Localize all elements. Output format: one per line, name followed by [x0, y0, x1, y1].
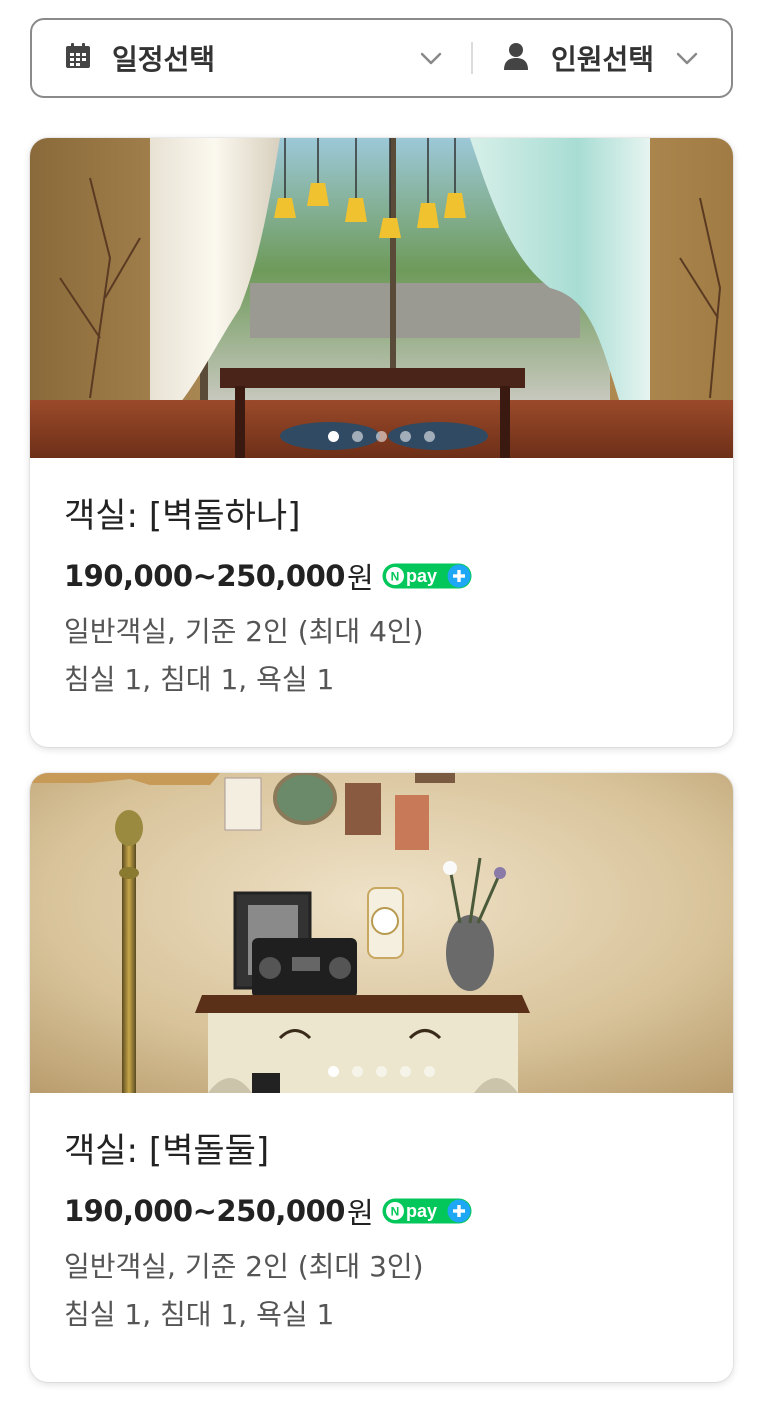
room-type-capacity: 일반객실, 기준 2인 (최대 3인) [64, 1250, 424, 1283]
room-info: 객실: [벽돌하나] 190,000~250,000 원 N pay 일반객실,… [30, 458, 733, 704]
room-facilities: 침실 1, 침대 1, 욕실 1 [64, 663, 335, 696]
person-icon [503, 42, 529, 74]
svg-text:pay: pay [406, 566, 437, 586]
room-photo [30, 773, 733, 1093]
carousel-indicator [30, 431, 733, 442]
chevron-down-icon [419, 46, 443, 70]
price-row: 190,000~250,000 원 N pay [64, 556, 699, 596]
room-name: 객실: [벽돌둘] [64, 1131, 270, 1171]
svg-text:N: N [390, 570, 399, 584]
carousel-dot[interactable] [424, 431, 435, 442]
room-photo [30, 138, 733, 458]
room-info: 객실: [벽돌둘] 190,000~250,000 원 N pay 일반객실, … [30, 1093, 733, 1339]
carousel-dot[interactable] [328, 431, 339, 442]
carousel-dot[interactable] [376, 431, 387, 442]
carousel-dot[interactable] [352, 1066, 363, 1077]
calendar-icon [64, 42, 92, 74]
filter-bar: 일정선택 인원선택 [30, 18, 733, 98]
carousel-indicator [30, 1066, 733, 1077]
carousel-dot[interactable] [328, 1066, 339, 1077]
room-name: 객실: [벽돌하나] [64, 496, 301, 536]
svg-text:pay: pay [406, 1201, 437, 1221]
room-price: 190,000~250,000 [64, 1194, 345, 1228]
currency-label: 원 [346, 561, 374, 595]
currency-label: 원 [346, 1196, 374, 1230]
svg-text:N: N [390, 1205, 399, 1219]
room-price: 190,000~250,000 [64, 559, 345, 593]
room-card[interactable]: 객실: [벽돌하나] 190,000~250,000 원 N pay 일반객실,… [30, 138, 733, 747]
price-row: 190,000~250,000 원 N pay [64, 1191, 699, 1231]
room-type-capacity: 일반객실, 기준 2인 (최대 4인) [64, 615, 424, 648]
room-photo-carousel[interactable] [30, 773, 733, 1093]
chevron-down-icon [675, 46, 699, 70]
room-card[interactable]: 객실: [벽돌둘] 190,000~250,000 원 N pay 일반객실, … [30, 773, 733, 1382]
room-photo-carousel[interactable] [30, 138, 733, 458]
carousel-dot[interactable] [352, 431, 363, 442]
npay-plus-badge[interactable]: N pay [382, 563, 472, 589]
people-select-button[interactable]: 인원선택 [473, 20, 731, 96]
carousel-dot[interactable] [424, 1066, 435, 1077]
date-select-label: 일정선택 [112, 43, 216, 76]
carousel-dot[interactable] [376, 1066, 387, 1077]
carousel-dot[interactable] [400, 1066, 411, 1077]
date-select-button[interactable]: 일정선택 [32, 20, 471, 96]
carousel-dot[interactable] [400, 431, 411, 442]
npay-plus-badge[interactable]: N pay [382, 1198, 472, 1224]
room-facilities: 침실 1, 침대 1, 욕실 1 [64, 1298, 335, 1331]
people-select-label: 인원선택 [551, 43, 655, 76]
